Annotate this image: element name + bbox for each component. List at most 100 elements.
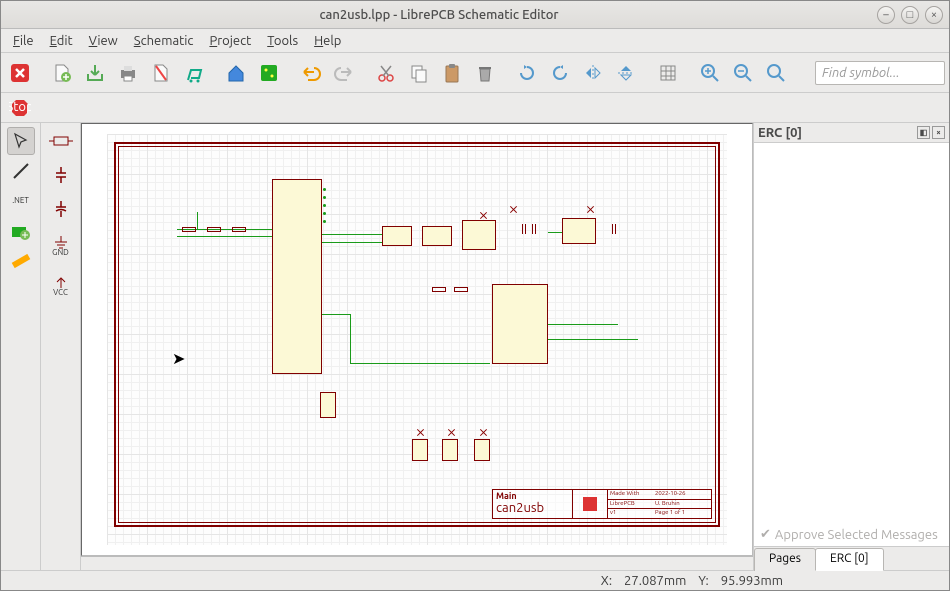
add-component-tool[interactable] — [7, 217, 35, 245]
grid-button[interactable] — [653, 58, 683, 88]
panel-undock-button[interactable]: ◧ — [917, 126, 930, 139]
resistor[interactable] — [454, 287, 468, 292]
new-button[interactable] — [47, 58, 77, 88]
mirror-v-button[interactable] — [611, 58, 641, 88]
paste-button[interactable] — [437, 58, 467, 88]
nc-cross — [448, 429, 455, 436]
rotate-ccw-button[interactable] — [512, 58, 542, 88]
menu-view[interactable]: View — [81, 32, 126, 50]
redo-button[interactable] — [329, 58, 359, 88]
capacitor[interactable] — [522, 224, 526, 234]
menu-help[interactable]: Help — [306, 32, 349, 50]
wire-tool[interactable] — [7, 157, 35, 185]
component-ic-small-1[interactable] — [382, 226, 412, 246]
gnd-symbol[interactable]: GND — [47, 229, 75, 263]
menu-tools[interactable]: Tools — [259, 32, 306, 50]
pin — [323, 204, 326, 207]
status-y-label: Y: — [698, 574, 708, 588]
print-button[interactable] — [113, 58, 143, 88]
menu-edit[interactable]: Edit — [42, 32, 81, 50]
select-tool[interactable] — [7, 127, 35, 155]
capacitor-unipolar-symbol[interactable] — [47, 195, 75, 223]
component-small-7[interactable] — [474, 439, 490, 461]
zoom-in-button[interactable] — [695, 58, 725, 88]
netlabel-tool[interactable]: .NET — [7, 187, 35, 215]
net-wire[interactable] — [548, 324, 618, 325]
measure-tool[interactable] — [7, 247, 35, 275]
net-wire[interactable] — [177, 236, 272, 237]
status-x-label: X: — [601, 574, 612, 588]
net-wire[interactable] — [548, 232, 562, 233]
component-mcu[interactable] — [272, 179, 322, 374]
component-ic-small-3[interactable] — [462, 220, 496, 250]
net-wire[interactable] — [548, 339, 638, 340]
mirror-h-button[interactable] — [578, 58, 608, 88]
save-button[interactable] — [80, 58, 110, 88]
net-wire[interactable] — [197, 212, 198, 229]
net-wire[interactable] — [350, 363, 490, 364]
erc-message-list[interactable] — [754, 143, 949, 523]
copy-button[interactable] — [404, 58, 434, 88]
pin — [323, 220, 326, 223]
component-small-5[interactable] — [412, 439, 428, 461]
minimize-button[interactable]: – — [877, 6, 895, 24]
check-icon: ✔ — [760, 527, 771, 542]
erc-panel-header: ERC [0] ◧ × — [754, 123, 949, 143]
nc-cross — [587, 206, 594, 213]
vcc-symbol[interactable]: VCC — [47, 269, 75, 303]
schematic-canvas[interactable]: Main can2usb Made With LibrePCB v1 2022-… — [81, 123, 753, 556]
titleblock-author: U. Bruhin — [653, 500, 711, 510]
tab-erc[interactable]: ERC [0] — [815, 548, 884, 571]
resistor[interactable] — [182, 227, 196, 232]
tab-pages[interactable]: Pages — [754, 548, 816, 571]
erc-panel-title: ERC [0] — [758, 126, 802, 140]
close-project-button[interactable] — [5, 58, 35, 88]
net-wire[interactable] — [322, 314, 350, 315]
component-ic2[interactable] — [492, 284, 548, 364]
status-x-value: 27.087mm — [624, 574, 686, 588]
delete-button[interactable] — [470, 58, 500, 88]
resistor-symbol[interactable] — [47, 127, 75, 155]
find-symbol-input[interactable]: Find symbol... — [815, 61, 945, 85]
zoom-fit-button[interactable] — [761, 58, 791, 88]
resistor[interactable] — [432, 287, 446, 292]
status-bar: X: 27.087mm Y: 95.993mm — [1, 570, 949, 590]
board-editor-button[interactable] — [254, 58, 284, 88]
titleblock-date: 2022-10-26 — [653, 490, 711, 500]
abort-button[interactable]: Stop — [5, 93, 35, 123]
cut-button[interactable] — [371, 58, 401, 88]
menu-schematic[interactable]: Schematic — [126, 32, 202, 50]
nc-cross — [510, 206, 517, 213]
menu-file[interactable]: File — [5, 32, 42, 50]
right-panel-tabs: Pages ERC [0] — [754, 546, 949, 570]
component-ic-small-4[interactable] — [562, 218, 596, 244]
nc-cross — [480, 212, 487, 219]
menu-project[interactable]: Project — [201, 32, 259, 50]
resistor[interactable] — [232, 227, 246, 232]
menu-bar: File Edit View Schematic Project Tools H… — [1, 29, 949, 53]
maximize-button[interactable]: □ — [901, 6, 919, 24]
capacitor[interactable] — [532, 224, 536, 234]
component-small-8[interactable] — [320, 392, 336, 418]
component-ic-small-2[interactable] — [422, 226, 452, 246]
canvas-area: Main can2usb Made With LibrePCB v1 2022-… — [81, 123, 753, 570]
canvas-scrollbar-h[interactable] — [81, 556, 753, 570]
panel-close-button[interactable]: × — [932, 126, 945, 139]
export-pdf-button[interactable] — [146, 58, 176, 88]
sheet-frame-inner — [118, 146, 716, 523]
zoom-out-button[interactable] — [728, 58, 758, 88]
resistor[interactable] — [207, 227, 221, 232]
capacitor[interactable] — [612, 224, 616, 234]
rotate-cw-button[interactable] — [545, 58, 575, 88]
undo-button[interactable] — [296, 58, 326, 88]
net-wire[interactable] — [322, 234, 382, 235]
home-button[interactable] — [221, 58, 251, 88]
titleblock-project: can2usb — [496, 501, 569, 515]
close-button[interactable]: × — [925, 6, 943, 24]
pin — [323, 196, 326, 199]
component-small-6[interactable] — [442, 439, 458, 461]
net-wire[interactable] — [322, 242, 382, 243]
net-wire[interactable] — [350, 314, 351, 364]
capacitor-bipolar-symbol[interactable] — [47, 161, 75, 189]
order-pcb-button[interactable] — [179, 58, 209, 88]
